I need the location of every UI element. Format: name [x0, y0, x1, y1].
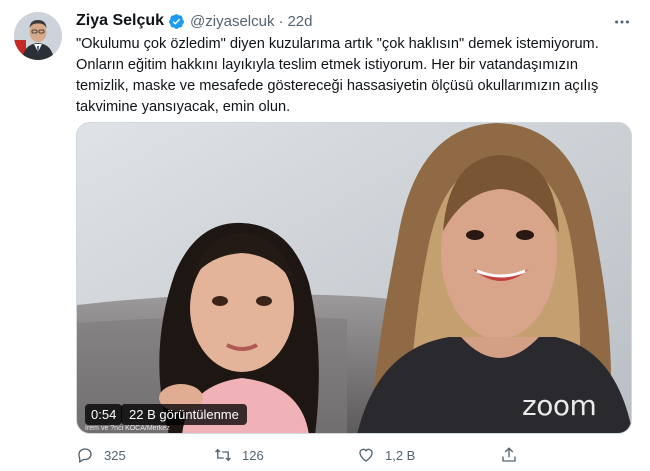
- tweet-header: Ziya Selçuk @ziyaselcuk · 22d: [76, 10, 313, 32]
- share-icon: [502, 447, 516, 462]
- tweet-text-line: temizlik, maske ve mesafede göstereceği …: [76, 78, 599, 94]
- video-player[interactable]: 0:54 22 B görüntülenme Irem ve ?nci KOCA…: [76, 122, 632, 434]
- video-duration: 0:54: [85, 404, 123, 425]
- like-count: 1,2 B: [385, 447, 416, 463]
- separator-dot: ·: [278, 12, 284, 30]
- tweet-actions: 325 126 1,2 B: [76, 444, 632, 466]
- tweet-text-line: Onların eğitim hakkını layıkıyla teslim …: [76, 57, 579, 73]
- reply-count: 325: [104, 447, 126, 463]
- tweet-text-line: "Okulumu çok özledim" diyen kuzularıma a…: [76, 36, 599, 52]
- reply-button[interactable]: 325: [76, 444, 126, 466]
- like-button[interactable]: 1,2 B: [357, 444, 415, 466]
- retweet-button[interactable]: 126: [214, 444, 264, 466]
- like-icon: [359, 448, 373, 462]
- view-count: 22 B görüntülenme: [121, 404, 247, 425]
- reply-icon: [78, 448, 92, 463]
- avatar[interactable]: [14, 12, 62, 60]
- retweet-icon: [215, 448, 231, 462]
- more-icon[interactable]: [612, 12, 632, 32]
- author-name[interactable]: Ziya Selçuk: [76, 12, 164, 30]
- zoom-logo: zoom: [522, 389, 597, 422]
- tweet-text: "Okulumu çok özledim" diyen kuzularıma a…: [76, 34, 636, 118]
- video-caption: Irem ve ?nci KOCA/Merkez: [85, 425, 170, 432]
- tweet-text-line: takvimine yansıyacak, emin olun.: [76, 99, 291, 115]
- timestamp[interactable]: 22d: [287, 13, 312, 30]
- tweet[interactable]: Ziya Selçuk @ziyaselcuk · 22d "Okulumu ç…: [0, 0, 650, 471]
- retweet-count: 126: [242, 447, 264, 463]
- share-button[interactable]: [500, 444, 528, 466]
- author-handle[interactable]: @ziyaselcuk: [190, 13, 274, 30]
- video-frame: [77, 123, 631, 433]
- verified-badge-icon: [168, 13, 185, 30]
